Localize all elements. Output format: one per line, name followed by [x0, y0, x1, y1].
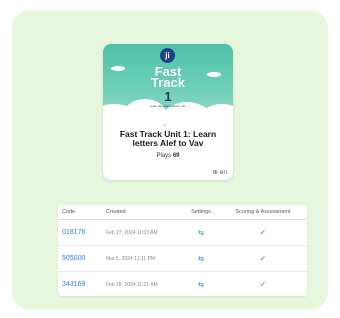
created-date: Feb 27, 2024 11:03 AM	[102, 219, 183, 246]
settings-cell[interactable]: ⇆	[183, 245, 219, 272]
arrows-icon[interactable]: ⇆	[198, 282, 204, 289]
arrows-icon[interactable]: ⇆	[198, 230, 204, 237]
column-header-created: Created	[102, 205, 183, 220]
cover-subtitle: learn the letters alef to vav	[150, 104, 186, 108]
language-indicator: ⊕ en	[213, 168, 228, 176]
table-row[interactable]: 018176 Feb 27, 2024 11:03 AM ⇆ ✓	[58, 219, 307, 246]
plays-label: Plays	[156, 153, 172, 159]
settings-cell[interactable]: ⇆	[183, 219, 219, 246]
check-icon: ✓	[259, 228, 267, 237]
settings-cell[interactable]: ⇆	[183, 272, 219, 298]
table-row[interactable]: 505000 Mar 5, 2024 12:11 PM ⇆ ✓	[58, 245, 307, 272]
table-header-row: Code Created Settings Scoring & Assessme…	[58, 205, 307, 220]
globe-icon: ⊕	[212, 169, 218, 176]
plays-count: Plays 69	[103, 153, 233, 159]
card-cover-image: ji Fast Track 1 learn the letters alef t…	[103, 44, 233, 134]
column-header-settings: Settings	[183, 205, 219, 220]
session-code-link[interactable]: 343169	[58, 272, 102, 298]
check-icon: ✓	[259, 254, 267, 263]
table-row[interactable]: 343169 Feb 28, 2024 11:21 AM ⇆ ✓	[58, 272, 307, 298]
cover-unit-number: 1	[164, 89, 172, 104]
created-date: Mar 5, 2024 12:11 PM	[102, 245, 183, 272]
column-header-code: Code	[58, 205, 102, 220]
language-code: en	[219, 169, 227, 176]
column-header-scoring: Scoring & Assessment	[219, 205, 307, 220]
card-title: Fast Track Unit 1: Learn letters Alef to…	[119, 129, 217, 148]
created-date: Feb 28, 2024 11:21 AM	[106, 281, 158, 288]
scoring-cell: ✓	[219, 219, 307, 246]
publisher-logo-icon: ji	[160, 48, 175, 63]
check-icon: ✓	[259, 280, 267, 289]
game-card[interactable]: ji Fast Track 1 learn the letters alef t…	[103, 44, 233, 180]
sessions-table: Code Created Settings Scoring & Assessme…	[58, 205, 307, 296]
plays-value: 69	[172, 153, 180, 159]
arrows-icon[interactable]: ⇆	[198, 256, 204, 263]
scoring-cell: ✓	[219, 272, 307, 298]
scoring-cell: ✓	[219, 245, 307, 272]
session-code-link[interactable]: 018176	[58, 219, 102, 246]
session-code-link[interactable]: 505000	[58, 245, 102, 272]
cover-title-line2: Track	[151, 75, 185, 90]
